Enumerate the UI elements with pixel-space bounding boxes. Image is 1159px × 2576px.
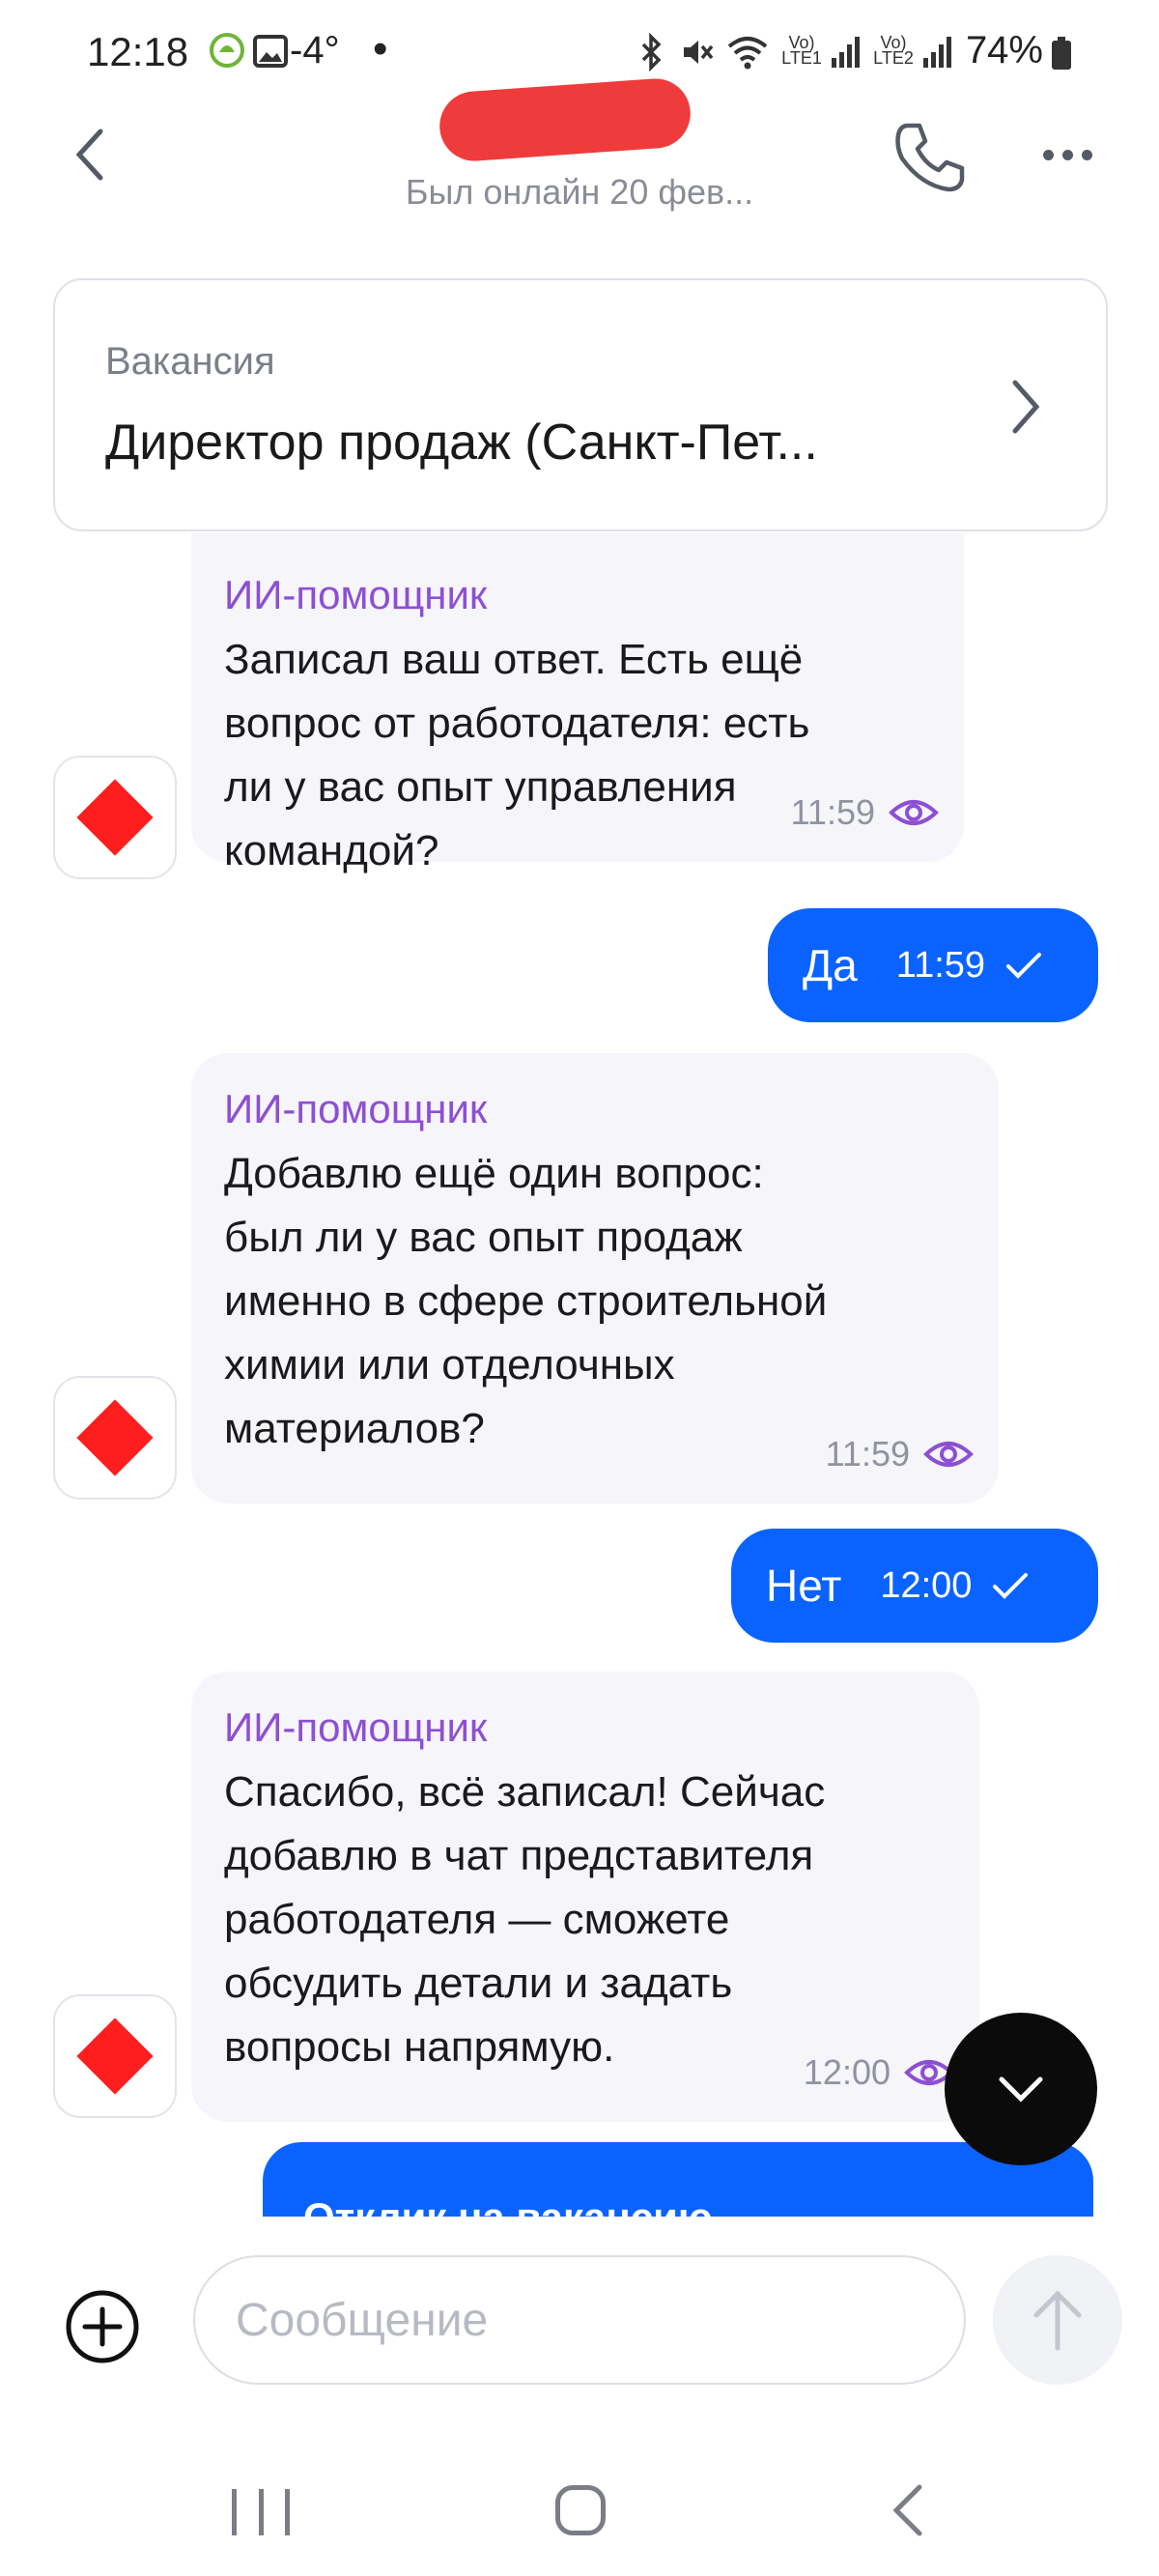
assistant-avatar	[53, 1994, 177, 2118]
message-sender: ИИ-помощник	[224, 1704, 488, 1750]
message-text: Записал ваш ответ. Есть ещё вопрос от ра…	[224, 636, 810, 874]
message-meta: 12:00	[804, 2052, 954, 2093]
check-icon	[993, 1573, 1029, 1599]
incoming-message: ИИ-помощник Записал ваш ответ. Есть ещё …	[191, 533, 964, 874]
assistant-avatar	[53, 1376, 177, 1500]
call-button[interactable]	[881, 108, 977, 205]
incoming-message: ИИ-помощник Спасибо, всё записал! Сейчас…	[191, 1672, 979, 2122]
gallery-icon	[253, 35, 288, 76]
contact-status: Был онлайн 20 фев...	[405, 172, 754, 212]
system-back-icon[interactable]	[889, 2481, 927, 2539]
eye-icon	[889, 800, 939, 825]
phone-icon	[895, 123, 965, 192]
message-time: 11:59	[825, 1434, 910, 1474]
message-text: Спасибо, всё записал! Сейчас добавлю в ч…	[224, 1768, 826, 2071]
battery-icon	[1051, 37, 1072, 78]
message-meta: 11:59	[791, 792, 939, 833]
message-time: 11:59	[790, 792, 875, 832]
message-input[interactable]	[193, 2255, 966, 2385]
vacancy-title: Директор продаж (Санкт-Пет...	[105, 415, 818, 471]
chat-messages[interactable]: ИИ-помощник Записал ваш ответ. Есть ещё …	[0, 533, 1159, 2217]
check-icon	[1006, 953, 1042, 979]
attach-plus-icon[interactable]	[64, 2288, 141, 2365]
signal-icon	[922, 35, 951, 76]
signal-icon	[831, 35, 860, 76]
bluetooth-icon	[637, 32, 666, 80]
message-time: 12:00	[803, 2052, 890, 2092]
diamond-logo-icon	[76, 1399, 154, 1476]
chevron-down-icon	[999, 2076, 1043, 2103]
home-button[interactable]	[555, 2485, 606, 2535]
message-text: Добавлю ещё один вопрос: был ли у вас оп…	[224, 1150, 828, 1452]
arrow-up-icon	[1033, 2290, 1082, 2351]
message-text: Нет	[766, 1560, 842, 1611]
diamond-logo-icon	[76, 2018, 154, 2095]
vacancy-label: Вакансия	[105, 340, 275, 383]
incoming-message: ИИ-помощник Добавлю ещё один вопрос: был…	[191, 1053, 999, 1503]
eye-icon	[923, 1442, 974, 1467]
wifi-icon	[726, 35, 769, 78]
sim1-label: Vo) LTE1	[781, 33, 822, 68]
battery-percent: 74%	[965, 29, 1043, 72]
scroll-to-bottom-button[interactable]	[945, 2013, 1097, 2165]
outgoing-message: Да 11:59	[768, 908, 1098, 1022]
assistant-avatar	[53, 756, 177, 879]
message-text: Да	[803, 940, 858, 990]
sim2-label: Vo) LTE2	[873, 33, 914, 68]
recent-apps-button[interactable]	[232, 2489, 290, 2535]
message-sender: ИИ-помощник	[224, 1086, 488, 1131]
app-notification-icon	[208, 31, 246, 78]
status-temperature: -4°	[290, 29, 340, 72]
message-composer	[0, 2217, 1159, 2429]
status-dot: •	[373, 25, 388, 72]
mute-icon	[680, 35, 715, 78]
status-time: 12:18	[87, 29, 189, 74]
message-time: 12:00	[880, 1564, 973, 1606]
vacancy-response-title: Отклик на вакансию	[303, 2194, 713, 2217]
message-time: 11:59	[895, 944, 986, 986]
chevron-right-icon	[1012, 380, 1040, 434]
outgoing-message: Нет 12:00	[731, 1529, 1098, 1643]
message-meta: 11:59	[826, 1434, 974, 1474]
diamond-logo-icon	[76, 779, 154, 856]
more-options-button[interactable]	[1029, 126, 1106, 184]
system-navigation-bar	[0, 2429, 1159, 2576]
vacancy-card[interactable]: Вакансия Директор продаж (Санкт-Пет...	[53, 278, 1108, 531]
send-button[interactable]	[993, 2255, 1122, 2385]
message-sender: ИИ-помощник	[224, 572, 488, 617]
vacancy-response-card[interactable]: Отклик на вакансию	[263, 2142, 1093, 2217]
